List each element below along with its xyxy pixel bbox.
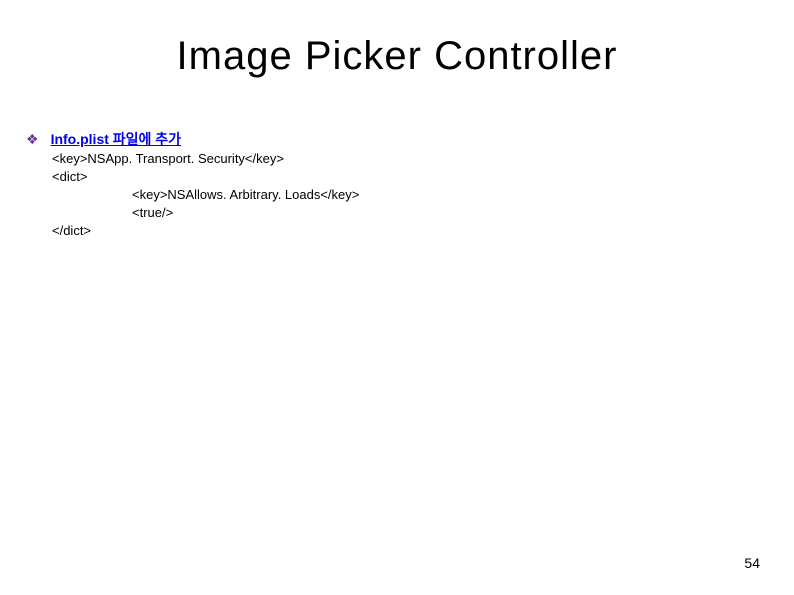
code-line: <key>NSAllows. Arbitrary. Loads</key> [132, 186, 359, 204]
bullet-heading: Info.plist 파일에 추가 [51, 130, 182, 148]
code-line: <dict> [52, 168, 359, 186]
code-line: <true/> [132, 204, 359, 222]
content-block: ❖ Info.plist 파일에 추가 <key>NSApp. Transpor… [26, 130, 359, 240]
code-line: </dict> [52, 222, 359, 240]
page-title: Image Picker Controller [0, 34, 794, 79]
bullet-icon: ❖ [26, 130, 39, 148]
page-number: 54 [744, 555, 760, 571]
bullet-item: ❖ Info.plist 파일에 추가 [26, 130, 359, 148]
code-block: <key>NSApp. Transport. Security</key> <d… [52, 150, 359, 240]
code-line: <key>NSApp. Transport. Security</key> [52, 150, 359, 168]
